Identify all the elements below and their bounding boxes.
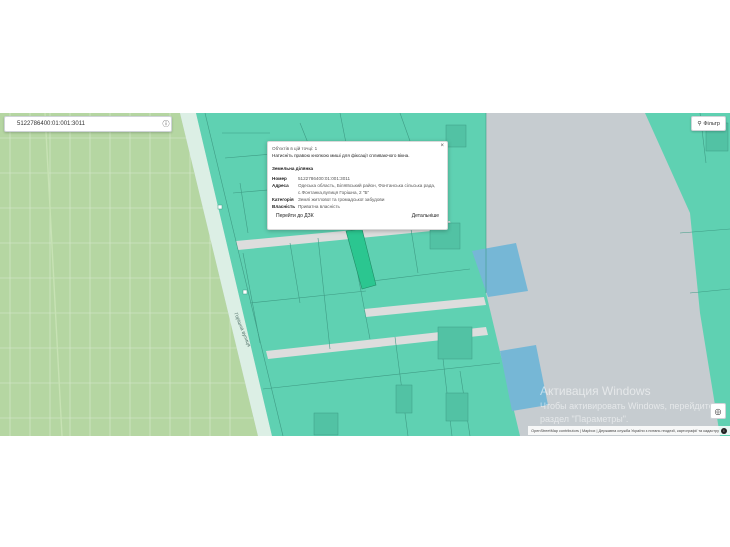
map-attribution: OpenStreetMap contributors | Mapbox | Де…: [528, 426, 730, 435]
close-icon[interactable]: ×: [440, 143, 444, 149]
popup-row-category: Категорія Землі житлової та громадської …: [272, 197, 438, 204]
row-value: Приватна власність: [298, 204, 340, 209]
row-value: Землі житлової та громадської забудови: [298, 197, 385, 202]
details-button[interactable]: Детальніше: [412, 213, 439, 219]
row-key: Власність: [272, 204, 296, 209]
windows-watermark-line3: раздел "Параметры".: [540, 414, 629, 424]
popup-row-address: Адреса Одеська область, Біляївський райо…: [272, 183, 438, 197]
go-to-dzk-button[interactable]: Перейти до ДЗК: [276, 213, 314, 219]
popup-row-ownership: Власність Приватна власність: [272, 204, 438, 211]
popup-row-number: Номер 5122786400:01:001:3011: [272, 176, 438, 183]
info-icon[interactable]: ⓘ: [161, 119, 171, 129]
search-input[interactable]: 5122786400:01:001:3011: [5, 121, 161, 127]
locate-icon[interactable]: ◎: [710, 403, 726, 419]
attribution-info-icon[interactable]: i: [721, 427, 727, 434]
search-bar[interactable]: 5122786400:01:001:3011 ⓘ: [4, 116, 172, 132]
row-value: 5122786400:01:001:3011: [298, 176, 351, 181]
attribution-text[interactable]: OpenStreetMap contributors | Mapbox | Де…: [531, 429, 719, 433]
windows-watermark-line2: Чтобы активировать Windows, перейдите в: [540, 401, 721, 411]
filter-button[interactable]: ⚲ Фільтр: [691, 116, 726, 131]
filter-label: Фільтр: [703, 120, 720, 127]
popup-hint: Натисніть правою кнопкою миші для фіксац…: [272, 153, 410, 158]
objects-count: Об'єктів в цій точці: 1: [272, 146, 318, 151]
filter-icon: ⚲: [697, 120, 702, 127]
row-key: Номер: [272, 176, 287, 181]
popup-section-title: Земельна ділянка: [272, 166, 314, 171]
row-key: Адреса: [272, 183, 289, 188]
parcel-popup: × Об'єктів в цій точці: 1 Натисніть прав…: [267, 141, 448, 230]
row-value: Одеська область, Біляївський район, Фонт…: [298, 183, 436, 195]
windows-watermark-title: Активация Windows: [540, 384, 651, 398]
row-key: Категорія: [272, 197, 294, 202]
